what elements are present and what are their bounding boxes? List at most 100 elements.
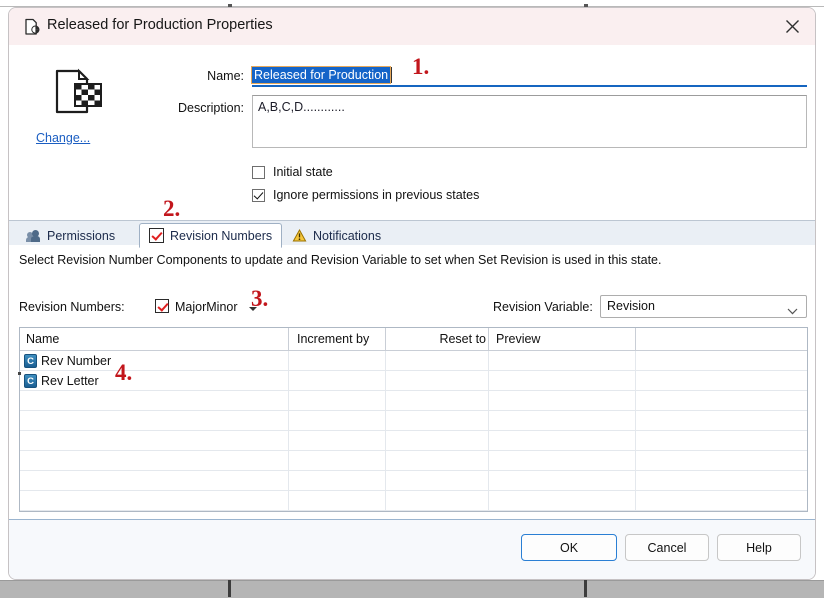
grid-cell-divider [288,431,289,451]
grid-cell-divider [488,371,489,391]
description-value: A,B,C,D............ [258,100,345,114]
instruction-text: Select Revision Number Components to upd… [19,253,662,267]
change-icon-link[interactable]: Change... [36,131,90,145]
tab-bar: Permissions Revision Numbers Notificatio… [9,220,815,248]
grid-cell-divider [635,431,636,451]
grid-cell-divider [288,451,289,471]
table-row-empty[interactable] [20,411,807,431]
name-label: Name: [207,69,244,83]
column-header-increment-by[interactable]: Increment by [297,328,369,350]
tab-notifications-label: Notifications [313,228,382,243]
background-window-strip [0,580,824,598]
checkbox-initial-state-label: Initial state [273,165,333,179]
released-state-document-icon [49,68,105,120]
revision-numbers-value[interactable]: MajorMinor [175,300,238,314]
users-icon [26,228,41,243]
table-row-empty[interactable] [20,471,807,491]
grid-cell-divider [488,431,489,451]
name-input[interactable]: Released for Production [252,65,807,87]
grid-cell-divider [288,371,289,391]
table-row-empty[interactable] [20,451,807,471]
checkbox-box [252,165,265,179]
red-check-icon [149,228,164,243]
grid-cell-divider [385,391,386,411]
grid-cell-divider [635,351,636,371]
grid-cell-divider [385,451,386,471]
grid-cell-divider [635,391,636,411]
grid-body: C Rev Number C Rev Letter [20,351,807,512]
grid-cell-divider [385,431,386,451]
grid-cell-divider [635,511,636,512]
revision-variable-label: Revision Variable: [493,300,593,314]
row-name-cell: C Rev Number [24,351,111,371]
grid-row-marker [18,372,21,375]
row-name-label: Rev Letter [41,374,99,388]
row-name-cell: C Rev Letter [24,371,99,391]
table-row[interactable]: C Rev Number [20,351,807,371]
revision-variable-select[interactable]: Revision [600,295,807,318]
close-icon[interactable] [769,8,815,45]
grid-cell-divider [385,351,386,371]
checkbox-initial-state[interactable]: Initial state [252,165,333,179]
ok-button[interactable]: OK [521,534,617,561]
dialog-title: Released for Production Properties [47,17,273,33]
table-row-empty[interactable] [20,511,807,512]
table-row-empty[interactable] [20,491,807,511]
grid-cell-divider [288,471,289,491]
grid-cell-divider [488,391,489,411]
grid-cell-divider [385,511,386,512]
grid-cell-divider [488,411,489,431]
text-caret [391,67,392,83]
checkbox-box-checked [252,188,265,202]
grid-cell-divider [288,411,289,431]
name-input-value: Released for Production [252,67,391,83]
description-label: Description: [178,101,244,115]
tab-permissions-label: Permissions [47,228,116,243]
cancel-button[interactable]: Cancel [625,534,709,561]
column-header-name[interactable]: Name [26,328,59,350]
dialog-footer: OK Cancel Help [9,520,815,579]
checkbox-ignore-permissions-label: Ignore permissions in previous states [273,188,480,202]
grid-cell-divider [385,471,386,491]
grid-cell-divider [488,471,489,491]
grid-header-row: Name Increment by Reset to Preview [20,328,807,351]
grid-cell-divider [385,411,386,431]
checkbox-ignore-permissions[interactable]: Ignore permissions in previous states [252,188,479,202]
table-row-empty[interactable] [20,431,807,451]
component-icon: C [24,374,37,388]
background-window-divider-left [228,580,231,597]
revision-variable-value: Revision [607,299,655,313]
description-textarea[interactable]: A,B,C,D............ [252,95,807,148]
grid-cell-divider [635,371,636,391]
general-properties-panel: Change... Name: Released for Production … [9,45,815,220]
revision-numbers-checkbox[interactable] [155,299,169,313]
table-row[interactable]: C Rev Letter [20,371,807,391]
grid-cell-divider [488,451,489,471]
grid-cell-divider [488,511,489,512]
component-icon: C [24,354,37,368]
grid-cell-divider [488,491,489,511]
state-document-icon [23,18,41,36]
revision-components-grid[interactable]: Name Increment by Reset to Preview C Rev … [19,327,808,512]
row-name-label: Rev Number [41,354,112,368]
grid-cell-divider [385,371,386,391]
column-header-reset-to[interactable]: Reset to [418,328,486,350]
table-row-empty[interactable] [20,391,807,411]
help-button[interactable]: Help [717,534,801,561]
chevron-down-icon [787,304,798,318]
chevron-down-icon[interactable] [249,307,257,311]
grid-cell-divider [288,351,289,371]
tab-revision-numbers[interactable]: Revision Numbers [139,223,283,248]
grid-cell-divider [635,471,636,491]
grid-cell-divider [635,411,636,431]
column-header-preview[interactable]: Preview [496,328,540,350]
grid-cell-divider [288,491,289,511]
revision-numbers-panel: Select Revision Number Components to upd… [9,245,815,520]
revision-numbers-label: Revision Numbers: [19,300,125,314]
grid-cell-divider [635,491,636,511]
tab-revision-numbers-label: Revision Numbers [170,228,273,243]
grid-cell-divider [288,391,289,411]
grid-cell-divider [635,451,636,471]
bell-warning-icon [292,228,307,243]
grid-cell-divider [288,511,289,512]
